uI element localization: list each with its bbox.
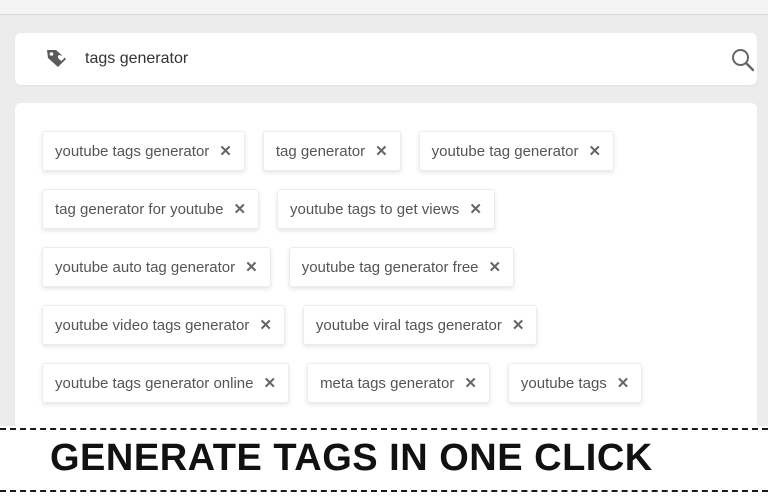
search-bar [15, 33, 757, 85]
remove-tag-icon[interactable]: ✕ [489, 260, 502, 275]
tag-chip[interactable]: tag generator ✕ [262, 131, 401, 171]
tag-label: youtube tags generator [55, 142, 210, 160]
tag-label: tag generator for youtube [55, 200, 224, 218]
divider [0, 490, 768, 492]
top-bar [0, 0, 768, 15]
remove-tag-icon[interactable]: ✕ [375, 144, 388, 159]
remove-tag-icon[interactable]: ✕ [263, 376, 276, 391]
tag-row: youtube auto tag generator ✕ youtube tag… [42, 247, 532, 287]
tag-chip[interactable]: youtube video tags generator ✕ [42, 305, 285, 345]
tag-row: youtube video tags generator ✕ youtube v… [42, 305, 555, 345]
tag-row: tag generator for youtube ✕ youtube tags… [42, 189, 513, 229]
remove-tag-icon[interactable]: ✕ [219, 144, 232, 159]
tag-label: youtube tag generator free [301, 258, 479, 276]
remove-tag-icon[interactable]: ✕ [588, 144, 601, 159]
search-icon[interactable] [729, 46, 757, 74]
tag-label: youtube auto tag generator [55, 258, 236, 276]
tag-row: youtube tags generator ✕ tag generator ✕… [42, 131, 632, 171]
remove-tag-icon[interactable]: ✕ [512, 318, 525, 333]
tag-label: youtube tags to get views [290, 200, 460, 218]
tag-label: youtube tag generator [431, 142, 579, 160]
tag-chip[interactable]: youtube tags generator ✕ [42, 131, 245, 171]
remove-tag-icon[interactable]: ✕ [245, 260, 258, 275]
tag-label: youtube viral tags generator [315, 316, 502, 334]
tag-chip[interactable]: meta tags generator ✕ [307, 363, 490, 403]
tag-chip[interactable]: youtube tags to get views ✕ [277, 189, 495, 229]
remove-tag-icon[interactable]: ✕ [617, 376, 630, 391]
tag-chip[interactable]: youtube auto tag generator ✕ [42, 247, 271, 287]
tag-chip[interactable]: youtube tag generator free ✕ [288, 247, 515, 287]
tag-logo-icon [45, 47, 69, 69]
search-input[interactable] [85, 47, 685, 71]
remove-tag-icon[interactable]: ✕ [259, 318, 272, 333]
remove-tag-icon[interactable]: ✕ [233, 202, 246, 217]
banner-title: GENERATE TAGS IN ONE CLICK [50, 437, 653, 479]
remove-tag-icon[interactable]: ✕ [469, 202, 482, 217]
tag-row: youtube tags generator online ✕ meta tag… [42, 363, 660, 403]
tag-label: tag generator [275, 142, 366, 160]
tags-panel: youtube tags generator ✕ tag generator ✕… [15, 103, 757, 433]
remove-tag-icon[interactable]: ✕ [464, 376, 477, 391]
tag-chip[interactable]: youtube tag generator ✕ [418, 131, 615, 171]
divider [0, 428, 768, 430]
tag-chip[interactable]: tag generator for youtube ✕ [42, 189, 260, 229]
tag-chip[interactable]: youtube tags ✕ [507, 363, 643, 403]
tag-label: youtube tags generator online [55, 374, 254, 392]
tag-chip[interactable]: youtube viral tags generator ✕ [302, 305, 538, 345]
tag-label: youtube video tags generator [55, 316, 250, 334]
tag-label: meta tags generator [320, 374, 455, 392]
tag-chip[interactable]: youtube tags generator online ✕ [42, 363, 290, 403]
tag-label: youtube tags [520, 374, 607, 392]
